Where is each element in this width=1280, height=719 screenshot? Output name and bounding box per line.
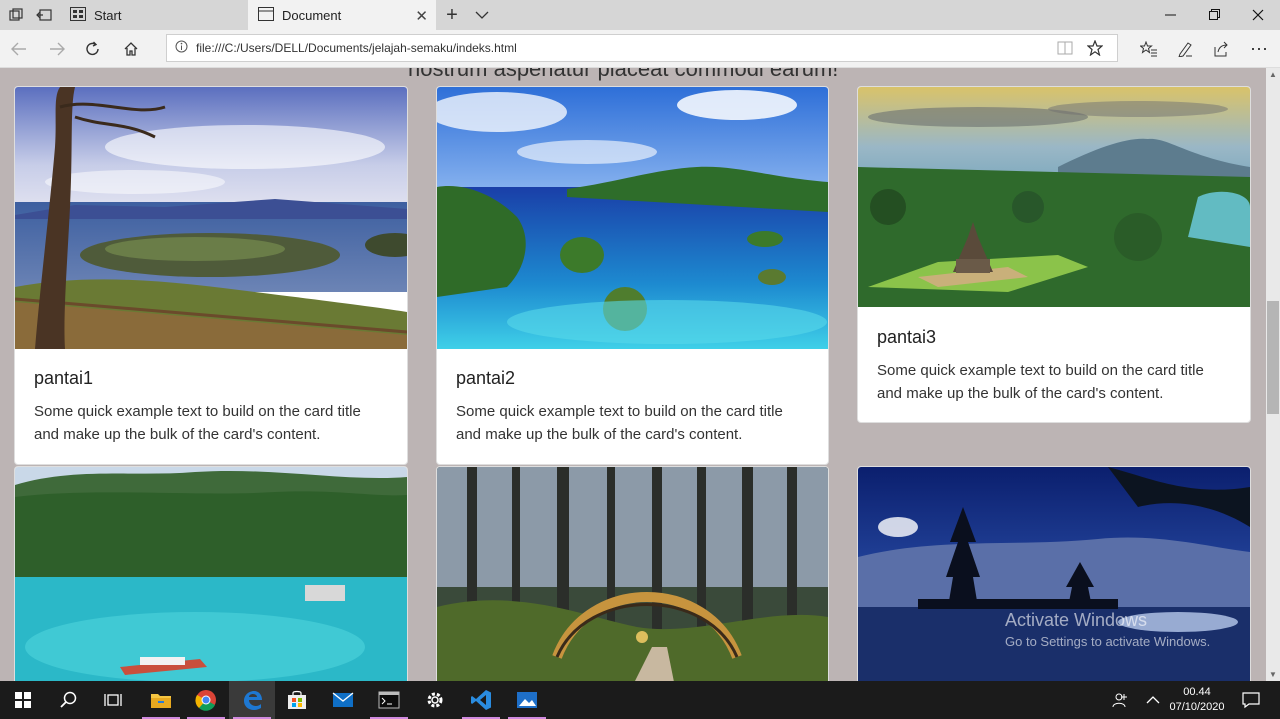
task-view-icon[interactable] <box>90 681 136 719</box>
card-pantai1: pantai1 Some quick example text to build… <box>14 86 408 465</box>
tab-document[interactable]: Document ✕ <box>248 0 436 30</box>
card-image-islands-sea <box>437 87 828 349</box>
file-explorer-icon[interactable] <box>138 681 184 719</box>
settings-gear-icon[interactable] <box>412 681 458 719</box>
card-image-tropical-beach <box>15 467 407 681</box>
url-text: file:///C:/Users/DELL/Documents/jelajah-… <box>196 41 517 55</box>
photos-icon[interactable] <box>504 681 550 719</box>
close-tab-icon[interactable]: ✕ <box>415 7 428 25</box>
activate-windows-title: Activate Windows <box>1005 610 1148 630</box>
favorite-star-icon[interactable] <box>1086 39 1104 61</box>
card-text: Some quick example text to build on the … <box>877 362 1204 402</box>
navigation-bar: file:///C:/Users/DELL/Documents/jelajah-… <box>0 30 1280 68</box>
card-title: pantai1 <box>34 368 94 388</box>
card-image-temple-hills <box>858 87 1250 307</box>
card-title: pantai2 <box>456 368 516 388</box>
vertical-scrollbar[interactable]: ▲ ▼ <box>1266 68 1280 681</box>
set-tabs-aside-icon[interactable] <box>36 7 52 23</box>
clock-time: 00.44 <box>1183 686 1211 698</box>
page-viewport: nostrum asperiatur placeat commodi earum… <box>0 68 1266 681</box>
scroll-up-icon[interactable]: ▲ <box>1269 70 1277 79</box>
card-forest-bridge <box>436 466 829 681</box>
reading-view-icon[interactable] <box>1057 41 1073 60</box>
scrollbar-thumb[interactable] <box>1267 301 1279 414</box>
notification-center-icon[interactable] <box>1228 681 1274 719</box>
clock-date: 07/10/2020 <box>1169 701 1225 713</box>
tab-actions-icon[interactable] <box>8 7 24 23</box>
refresh-icon[interactable] <box>80 36 106 62</box>
mail-icon[interactable] <box>320 681 366 719</box>
scroll-down-icon[interactable]: ▼ <box>1269 670 1277 679</box>
vscode-icon[interactable] <box>458 681 504 719</box>
chevron-down-icon[interactable] <box>474 7 490 23</box>
tab-document-label: Document <box>282 7 342 23</box>
card-image-lake-island <box>15 87 407 349</box>
share-icon[interactable] <box>1208 36 1234 62</box>
document-tab-icon <box>258 6 274 24</box>
web-note-pen-icon[interactable] <box>1172 36 1198 62</box>
system-clock[interactable]: 00.44 07/10/2020 <box>1168 685 1226 715</box>
card-image-forest-bridge <box>437 467 828 681</box>
tab-bar: Start Document ✕ + <box>0 0 1280 30</box>
card-title: pantai3 <box>877 327 937 347</box>
forward-arrow-icon[interactable] <box>44 36 70 62</box>
windows-start-icon[interactable] <box>0 681 46 719</box>
card-beach-village <box>14 466 408 681</box>
terminal-icon[interactable] <box>366 681 412 719</box>
edge-browser-icon[interactable] <box>229 681 275 719</box>
microsoft-store-icon[interactable] <box>274 681 320 719</box>
windows-taskbar: 00.44 07/10/2020 <box>0 681 1280 719</box>
card-pantai3: pantai3 Some quick example text to build… <box>857 86 1251 423</box>
start-page-icon <box>70 6 86 24</box>
card-text: Some quick example text to build on the … <box>456 403 783 443</box>
info-icon[interactable] <box>175 40 188 56</box>
minimize-icon[interactable] <box>1149 0 1193 30</box>
tab-start[interactable]: Start <box>60 0 246 30</box>
page-heading-partial: nostrum asperiatur placeat commodi earum… <box>408 68 839 81</box>
tab-start-label: Start <box>94 7 122 23</box>
search-icon[interactable] <box>46 681 92 719</box>
card-text: Some quick example text to build on the … <box>34 403 361 443</box>
restore-icon[interactable] <box>1193 0 1237 30</box>
card-pantai2: pantai2 Some quick example text to build… <box>436 86 829 465</box>
activate-windows-subtitle: Go to Settings to activate Windows. <box>1005 634 1211 649</box>
address-bar[interactable]: file:///C:/Users/DELL/Documents/jelajah-… <box>166 34 1118 62</box>
more-options-icon[interactable]: ⋯ <box>1246 36 1272 62</box>
chrome-icon[interactable] <box>183 681 229 719</box>
new-tab-icon[interactable]: + <box>444 4 460 26</box>
close-window-icon[interactable] <box>1236 0 1280 30</box>
back-arrow-icon[interactable] <box>6 36 32 62</box>
home-icon[interactable] <box>118 36 144 62</box>
favorites-hub-icon[interactable] <box>1136 36 1162 62</box>
